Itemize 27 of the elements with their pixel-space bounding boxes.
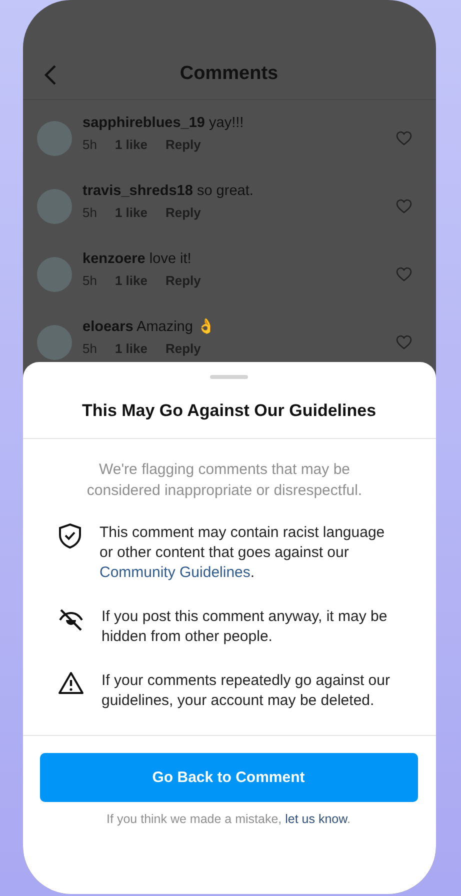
guideline-text: If your comments repeatedly go against our guidelines, your account may be deleted. bbox=[102, 671, 391, 711]
heart-icon[interactable] bbox=[396, 266, 412, 282]
go-back-button[interactable]: Go Back to Comment bbox=[40, 753, 418, 802]
guideline-text: This comment may contain racist language or other content that goes against our Community Guidelines. bbox=[100, 523, 386, 583]
guideline-text: If you post this comment anyway, it may be hidden from other people. bbox=[102, 607, 388, 647]
comment-text: travis_shreds18 so great. bbox=[82, 182, 254, 198]
community-guidelines-link[interactable]: Community Guidelines bbox=[100, 564, 250, 581]
footer-text: If you think we made a mistake, let us know. bbox=[106, 812, 352, 826]
back-icon[interactable] bbox=[42, 64, 56, 86]
avatar-placeholder bbox=[36, 324, 72, 360]
avatar-placeholder bbox=[36, 256, 72, 292]
heart-icon[interactable] bbox=[396, 334, 412, 350]
avatar-placeholder bbox=[36, 120, 72, 156]
warning-icon bbox=[58, 671, 84, 695]
heart-icon[interactable] bbox=[396, 198, 412, 214]
intro-text: We're flagging comments that may be considered inappropriate or disrespectful. bbox=[86, 460, 364, 501]
comment-text: sapphireblues_19 yay!!! bbox=[82, 114, 245, 130]
shield-check-icon bbox=[58, 523, 82, 549]
eye-slash-icon bbox=[58, 607, 84, 633]
let-us-know-link[interactable]: let us know bbox=[285, 812, 347, 826]
heart-icon[interactable] bbox=[396, 130, 412, 146]
comment-text: eloears Amazing 👌 bbox=[82, 318, 216, 335]
avatar-placeholder bbox=[36, 188, 72, 224]
page-title: Comments bbox=[180, 62, 278, 84]
comment-text: kenzoere love it! bbox=[82, 250, 192, 266]
drag-handle[interactable] bbox=[210, 375, 248, 379]
sheet-title: This May Go Against Our Guidelines bbox=[22, 379, 436, 439]
